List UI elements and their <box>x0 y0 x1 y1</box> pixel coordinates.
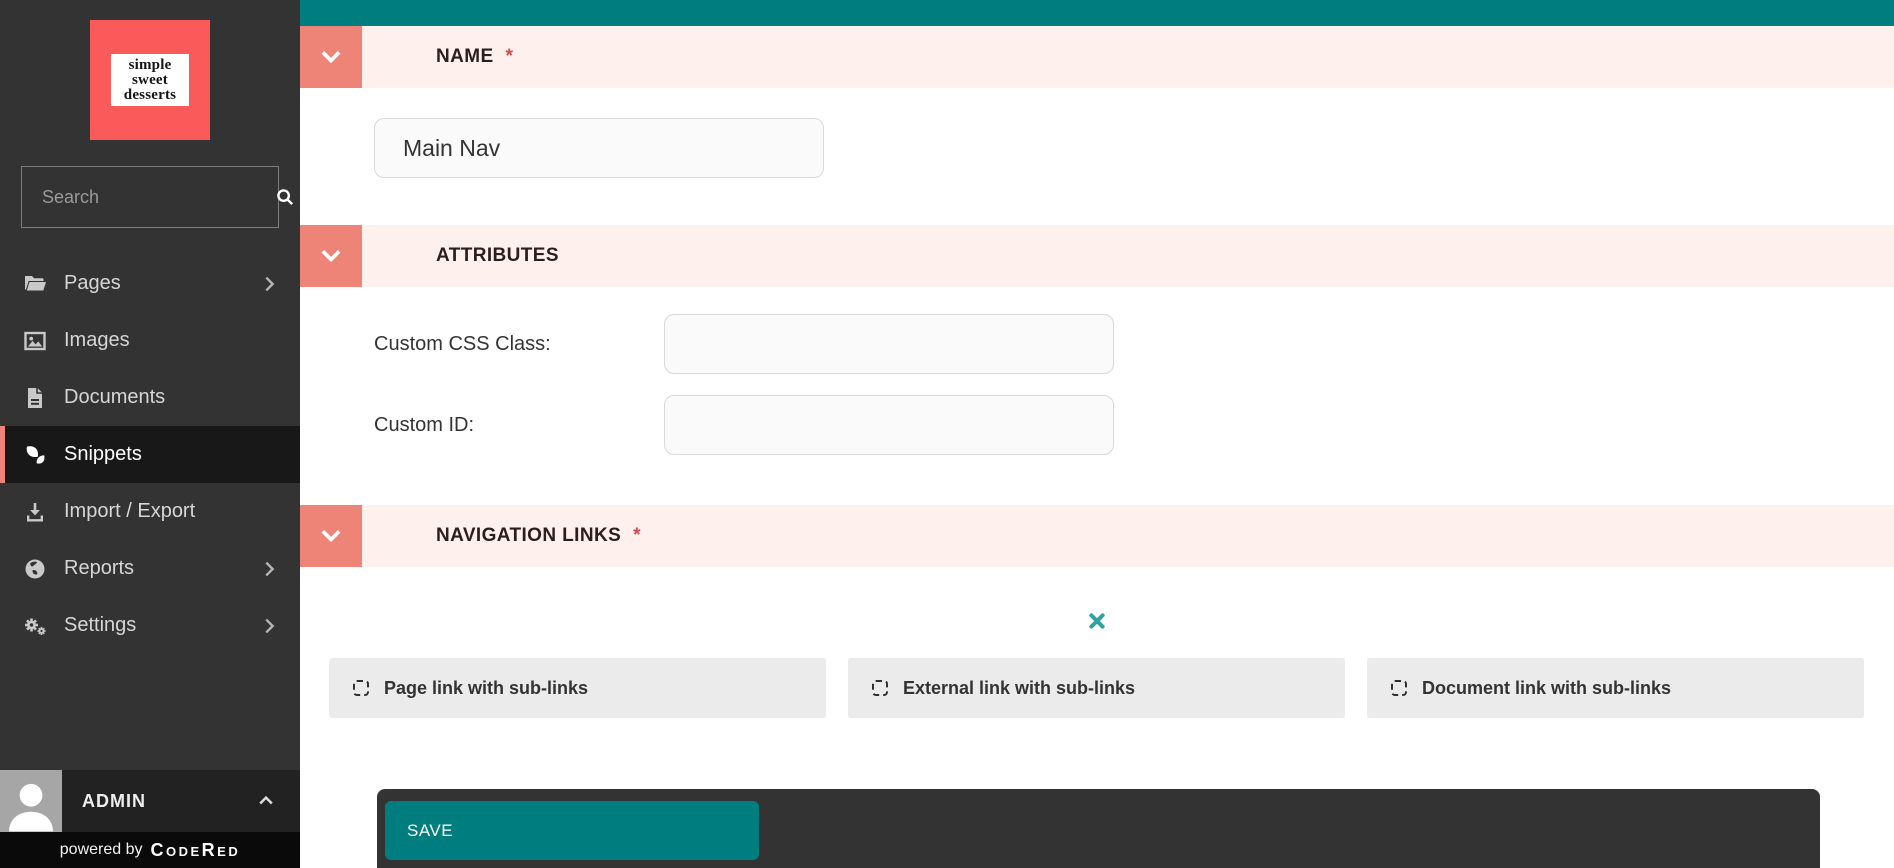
section-header-navigation-links: NAVIGATION LINKS * <box>300 505 1894 567</box>
sidebar-item-label: Settings <box>64 614 137 636</box>
form-action-bar: SAVE <box>377 789 1820 868</box>
main-content: NAME * ATTRIBUTES Custom CSS Class: Cust… <box>300 0 1894 868</box>
close-x-icon <box>1088 612 1106 630</box>
avatar <box>0 770 62 832</box>
document-icon <box>22 385 48 411</box>
required-marker: * <box>633 525 641 546</box>
search-input[interactable] <box>22 186 274 208</box>
section-title: NAVIGATION LINKS <box>436 525 622 546</box>
sidebar-item-reports[interactable]: Reports <box>0 540 300 597</box>
folder-open-icon <box>22 271 48 297</box>
name-field[interactable] <box>374 118 824 178</box>
save-button[interactable]: SAVE <box>385 801 759 860</box>
account-menu-toggle[interactable]: ADMIN <box>0 770 300 832</box>
stream-block-icon <box>353 680 369 696</box>
sidebar-item-import-export[interactable]: Import / Export <box>0 483 300 540</box>
chevron-down-icon <box>317 522 345 550</box>
add-block-label: Page link with sub-links <box>384 677 589 698</box>
custom-css-class-label: Custom CSS Class: <box>374 333 551 355</box>
chevron-right-icon <box>258 273 280 295</box>
download-icon <box>22 499 48 525</box>
sidebar-item-pages[interactable]: Pages <box>0 255 300 312</box>
section-header-attributes: ATTRIBUTES <box>300 225 1894 287</box>
add-block-label: Document link with sub-links <box>1422 677 1672 698</box>
powered-by-brand: CodeRed <box>150 839 241 860</box>
add-document-link-block-button[interactable]: Document link with sub-links <box>1367 658 1864 718</box>
add-page-link-block-button[interactable]: Page link with sub-links <box>329 658 826 718</box>
sidebar-item-label: Images <box>64 329 130 351</box>
logo-line: desserts <box>123 86 177 103</box>
account-label: ADMIN <box>82 790 146 811</box>
top-teal-bar <box>300 0 1894 26</box>
stream-block-icon <box>1391 680 1407 696</box>
collapse-navigation-links-section-button[interactable] <box>300 505 362 567</box>
chevron-down-icon <box>317 242 345 270</box>
powered-by-prefix: powered by <box>59 841 143 858</box>
section-title: NAME <box>436 46 494 67</box>
powered-by-link[interactable]: powered by CodeRed <box>0 832 300 868</box>
stream-block-icon <box>872 680 888 696</box>
sidebar-item-label: Reports <box>64 557 135 579</box>
add-external-link-block-button[interactable]: External link with sub-links <box>848 658 1345 718</box>
globe-icon <box>22 556 48 582</box>
required-marker: * <box>505 46 513 67</box>
app-window: simple sweet desserts Search Pages Image… <box>0 0 1894 868</box>
section-header-name: NAME * <box>300 26 1894 88</box>
sidebar-item-label: Snippets <box>64 443 142 465</box>
sidebar-search <box>21 166 293 228</box>
collapse-name-section-button[interactable] <box>300 26 362 88</box>
add-block-label: External link with sub-links <box>903 677 1136 698</box>
search-icon <box>274 186 296 208</box>
sidebar-item-snippets[interactable]: Snippets <box>0 426 300 483</box>
logo-line: sweet <box>132 71 168 88</box>
sidebar-item-images[interactable]: Images <box>0 312 300 369</box>
custom-css-class-field[interactable] <box>664 314 1114 374</box>
chevron-down-icon <box>317 43 345 71</box>
sidebar-item-settings[interactable]: Settings <box>0 597 300 654</box>
section-title: ATTRIBUTES <box>436 245 559 266</box>
search-submit-button[interactable] <box>274 167 296 227</box>
sidebar-item-label: Documents <box>64 386 166 408</box>
custom-id-label: Custom ID: <box>374 414 475 436</box>
sidebar-menu: Pages Images Documents Snippets Import /… <box>0 255 300 654</box>
gears-icon <box>22 613 48 639</box>
chevron-right-icon <box>258 558 280 580</box>
delete-block-button[interactable] <box>1080 604 1114 638</box>
image-icon <box>22 328 48 354</box>
site-logo-text: simple sweet desserts <box>111 54 189 106</box>
sidebar-item-label: Import / Export <box>64 500 196 522</box>
custom-id-field[interactable] <box>664 395 1114 455</box>
sidebar-item-label: Pages <box>64 272 121 294</box>
site-logo[interactable]: simple sweet desserts <box>90 20 210 140</box>
sidebar: simple sweet desserts Search Pages Image… <box>0 0 300 868</box>
chevron-up-icon <box>256 791 276 811</box>
logo-line: simple <box>128 56 172 73</box>
collapse-attributes-section-button[interactable] <box>300 225 362 287</box>
chevron-right-icon <box>258 615 280 637</box>
snippets-leaf-icon <box>22 442 48 468</box>
sidebar-item-documents[interactable]: Documents <box>0 369 300 426</box>
